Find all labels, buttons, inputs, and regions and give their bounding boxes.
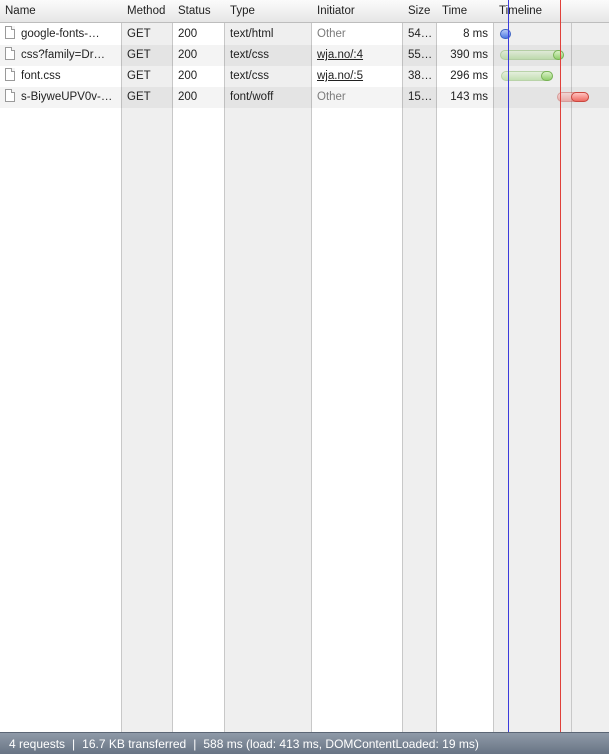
request-size: 15… <box>408 91 433 103</box>
timeline-bar[interactable] <box>571 92 589 102</box>
separator: | <box>72 737 76 751</box>
request-status: 200 <box>178 49 198 61</box>
table-row[interactable]: font.css GET 200 text/css wja.no/:5 38… … <box>0 66 609 87</box>
request-initiator: Other <box>317 28 346 40</box>
document-icon <box>5 47 15 60</box>
column-divider[interactable] <box>121 0 122 732</box>
column-bg-type <box>225 0 311 732</box>
header-status[interactable]: Status <box>173 0 224 22</box>
request-status: 200 <box>178 28 198 40</box>
request-type: font/woff <box>230 91 274 103</box>
request-method: GET <box>127 49 151 61</box>
request-size: 38… <box>408 70 433 82</box>
table-row[interactable]: css?family=Dr… GET 200 text/css wja.no/:… <box>0 45 609 66</box>
request-type: text/css <box>230 49 269 61</box>
document-icon <box>5 68 15 81</box>
load-event-line <box>560 0 561 732</box>
column-divider[interactable] <box>311 0 312 732</box>
request-name[interactable]: font.css <box>0 66 121 87</box>
request-initiator: Other <box>317 91 346 103</box>
request-count: 4 requests <box>9 737 66 751</box>
request-time: 390 ms <box>450 49 488 61</box>
network-panel: Name Method Status Type Initiator Size T… <box>0 0 609 754</box>
header-size[interactable]: Size <box>403 0 436 22</box>
request-initiator-link[interactable]: wja.no/:4 <box>312 45 402 66</box>
separator: | <box>193 737 197 751</box>
document-icon <box>5 89 15 102</box>
table-header: Name Method Status Type Initiator Size T… <box>0 0 609 23</box>
header-initiator[interactable]: Initiator <box>312 0 402 22</box>
timing-summary: 588 ms (load: 413 ms, DOMContentLoaded: … <box>203 737 479 751</box>
column-bg-time <box>437 0 493 732</box>
request-name[interactable]: google-fonts-… <box>0 24 121 45</box>
column-bg-method <box>122 0 172 732</box>
document-icon <box>5 26 15 39</box>
table-row[interactable]: s-BiyweUPV0v-… GET 200 font/woff Other 1… <box>0 87 609 108</box>
request-status: 200 <box>178 91 198 103</box>
dom-content-loaded-line <box>508 0 509 732</box>
column-divider[interactable] <box>224 0 225 732</box>
request-type: text/html <box>230 28 274 40</box>
request-initiator-link[interactable]: wja.no/:5 <box>312 66 402 87</box>
header-method[interactable]: Method <box>122 0 172 22</box>
request-time: 8 ms <box>463 28 488 40</box>
header-type[interactable]: Type <box>225 0 311 22</box>
table-row[interactable]: google-fonts-… GET 200 text/html Other 5… <box>0 24 609 45</box>
request-size: 54… <box>408 28 433 40</box>
request-size: 55… <box>408 49 433 61</box>
transferred-size: 16.7 KB transferred <box>82 737 187 751</box>
request-type: text/css <box>230 70 269 82</box>
column-divider[interactable] <box>436 0 437 732</box>
column-bg-size <box>403 0 436 732</box>
request-name[interactable]: s-BiyweUPV0v-… <box>0 87 121 108</box>
column-bg-timeline <box>494 0 609 732</box>
request-time: 296 ms <box>450 70 488 82</box>
timeline-divider <box>571 0 572 732</box>
request-time: 143 ms <box>450 91 488 103</box>
request-method: GET <box>127 91 151 103</box>
column-bg-name <box>0 0 121 732</box>
header-name[interactable]: Name <box>0 0 121 22</box>
header-timeline[interactable]: Timeline <box>494 0 609 22</box>
request-method: GET <box>127 70 151 82</box>
timeline-bar[interactable] <box>553 50 564 60</box>
request-name[interactable]: css?family=Dr… <box>0 45 121 66</box>
timeline-bar[interactable] <box>500 29 511 39</box>
column-bg-status <box>173 0 224 732</box>
column-divider[interactable] <box>493 0 494 732</box>
column-divider[interactable] <box>402 0 403 732</box>
header-time[interactable]: Time <box>437 0 493 22</box>
column-divider[interactable] <box>172 0 173 732</box>
column-bg-initiator <box>312 0 402 732</box>
timeline-bar[interactable] <box>541 71 553 81</box>
summary-status-bar: 4 requests | 16.7 KB transferred | 588 ms (l… <box>0 732 609 754</box>
request-status: 200 <box>178 70 198 82</box>
request-method: GET <box>127 28 151 40</box>
